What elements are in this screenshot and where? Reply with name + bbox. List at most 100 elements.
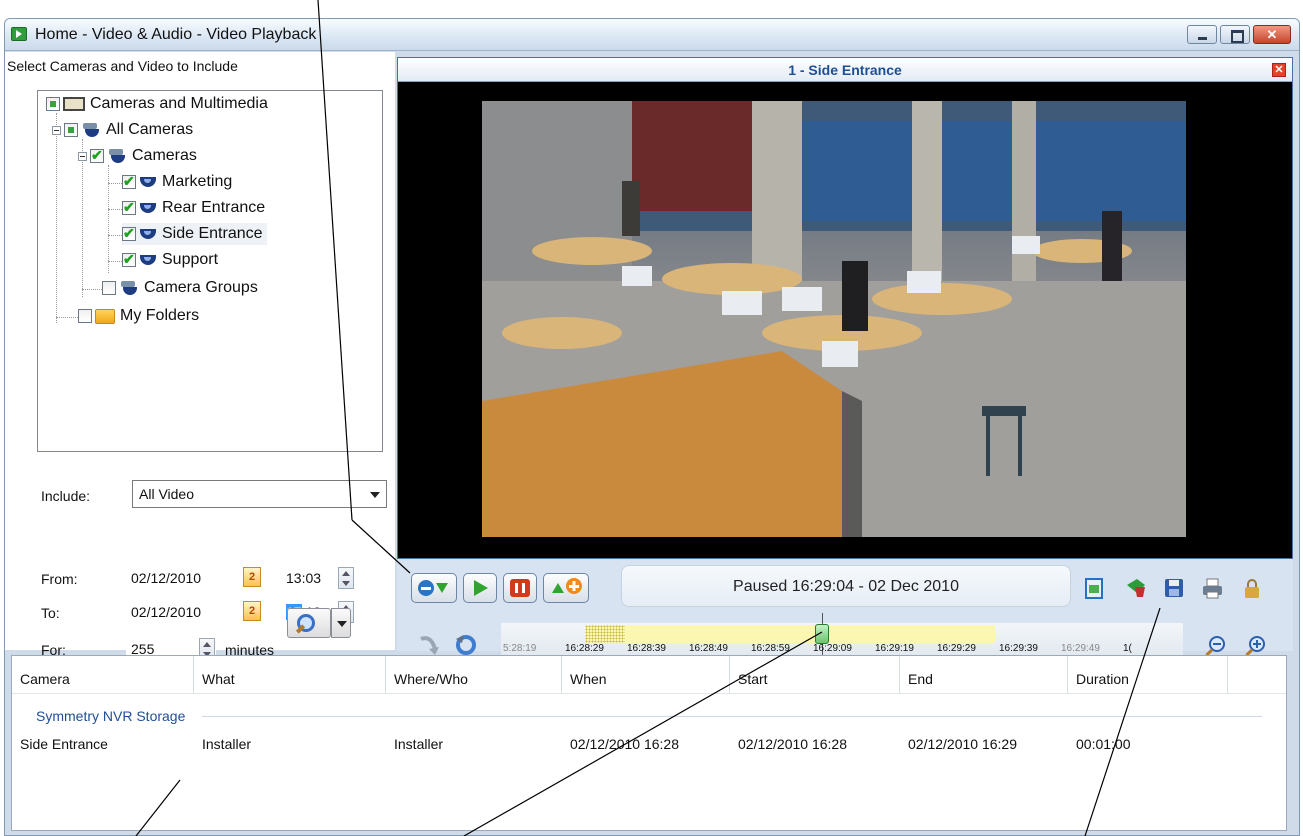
cell-camera: Side Entrance xyxy=(20,736,108,752)
to-date-field[interactable]: 02/12/2010 xyxy=(126,600,236,624)
column-end[interactable]: End xyxy=(900,656,1068,694)
cell-end: 02/12/2010 16:29 xyxy=(908,736,1017,752)
tree-node-my-folders[interactable]: My Folders xyxy=(78,305,199,327)
checkbox[interactable] xyxy=(46,97,60,111)
play-button[interactable] xyxy=(463,573,497,603)
video-scene xyxy=(482,101,1186,537)
group-divider xyxy=(202,716,1262,717)
column-when[interactable]: When xyxy=(562,656,730,694)
tree-node-marketing[interactable]: Marketing xyxy=(122,171,232,193)
film-icon xyxy=(63,97,85,111)
search-options-dropdown[interactable] xyxy=(331,608,351,638)
search-button[interactable] xyxy=(287,608,331,638)
cell-start: 02/12/2010 16:28 xyxy=(738,736,847,752)
minimize-button[interactable] xyxy=(1187,25,1217,44)
maximize-button[interactable] xyxy=(1220,25,1250,44)
from-label: From: xyxy=(41,571,78,587)
tree-node-label: All Cameras xyxy=(106,121,194,138)
checkbox[interactable] xyxy=(78,309,92,323)
results-list[interactable]: Camera What Where/Who When Start End Dur… xyxy=(11,655,1287,831)
tree-node-label: Support xyxy=(162,251,219,268)
pause-icon xyxy=(510,579,530,597)
timeline[interactable]: 5:28:19 16:28:29 16:28:39 16:28:49 16:28:59 1… xyxy=(501,613,1183,655)
app-window: Home - Video & Audio - Video Playback Se… xyxy=(4,18,1300,836)
tree-node-label: Camera Groups xyxy=(144,279,258,296)
close-video-icon[interactable]: ✕ xyxy=(1272,63,1286,77)
tree-node-camera-groups[interactable]: Camera Groups xyxy=(102,277,258,299)
list-header: Camera What Where/Who When Start End Dur… xyxy=(12,656,1286,694)
close-button[interactable] xyxy=(1253,25,1291,44)
group-header[interactable]: Symmetry NVR Storage xyxy=(36,708,185,724)
tree-node-support[interactable]: Support xyxy=(122,249,218,271)
checkbox[interactable] xyxy=(122,199,136,216)
tree-node-label: Cameras xyxy=(132,147,197,164)
rewind-arrow-icon[interactable] xyxy=(417,633,441,657)
tree-node-cameras[interactable]: Cameras xyxy=(78,145,197,167)
tree-node-cameras-and-multimedia[interactable]: Cameras and Multimedia xyxy=(46,93,268,115)
timeline-tick-label: 16:29:29 xyxy=(937,643,976,654)
chevron-down-icon xyxy=(370,492,380,498)
playback-controls: Paused 16:29:04 - 02 Dec 2010 5:28:19 16:… xyxy=(397,559,1293,657)
column-where-who[interactable]: Where/Who xyxy=(386,656,562,694)
step-forward-icon xyxy=(552,578,582,594)
cell-what: Installer xyxy=(202,736,252,752)
checkbox[interactable] xyxy=(122,225,136,242)
sync-icon[interactable] xyxy=(453,633,479,657)
timeline-tick-label: 16:29:49 xyxy=(1061,643,1100,654)
calendar-icon[interactable]: 2 xyxy=(243,567,261,587)
to-label: To: xyxy=(41,605,60,621)
camera-icon xyxy=(139,175,157,189)
title-bar[interactable]: Home - Video & Audio - Video Playback xyxy=(5,19,1299,51)
checkbox[interactable] xyxy=(64,123,78,137)
camera-icon xyxy=(139,253,157,267)
save-icon[interactable] xyxy=(1163,577,1185,599)
camera-icon xyxy=(139,227,157,241)
column-what[interactable]: What xyxy=(194,656,386,694)
report-icon[interactable] xyxy=(1083,577,1105,599)
timeline-handle[interactable] xyxy=(814,624,829,644)
print-icon[interactable] xyxy=(1201,577,1223,599)
buffered-segment xyxy=(585,625,625,643)
lock-icon[interactable] xyxy=(1241,577,1263,599)
collapse-icon[interactable] xyxy=(52,125,61,135)
tree-node-label: My Folders xyxy=(120,307,200,324)
tree-node-all-cameras[interactable]: All Cameras xyxy=(52,119,193,141)
calendar-icon[interactable]: 2 xyxy=(243,601,261,621)
timeline-tick-label: 16:28:39 xyxy=(627,643,666,654)
column-start[interactable]: Start xyxy=(730,656,900,694)
timeline-tick-label: 16:29:19 xyxy=(875,643,914,654)
from-time-field[interactable]: 13:03 xyxy=(281,566,345,590)
from-time-spinner[interactable] xyxy=(338,567,354,589)
step-forward-button[interactable] xyxy=(543,573,589,603)
checkbox[interactable] xyxy=(102,281,116,295)
camera-group-icon xyxy=(119,280,139,296)
collapse-icon[interactable] xyxy=(78,151,87,161)
tree-node-side-entrance[interactable]: Side Entrance xyxy=(122,223,267,245)
include-label: Include: xyxy=(41,488,91,504)
video-title: 1 - Side Entrance xyxy=(788,62,902,78)
checkbox[interactable] xyxy=(90,147,104,164)
video-frame xyxy=(482,101,1186,537)
include-select[interactable]: All Video xyxy=(132,480,387,508)
cell-when: 02/12/2010 16:28 xyxy=(570,736,679,752)
checkbox[interactable] xyxy=(122,251,136,268)
column-duration[interactable]: Duration xyxy=(1068,656,1228,694)
pause-button[interactable] xyxy=(503,573,537,603)
from-date-field[interactable]: 02/12/2010 xyxy=(126,566,236,590)
video-viewer[interactable]: 1 - Side Entrance ✕ xyxy=(397,57,1293,559)
checkbox[interactable] xyxy=(122,173,136,190)
tree-node-rear-entrance[interactable]: Rear Entrance xyxy=(122,197,265,219)
timeline-tick-label: 16:28:29 xyxy=(565,643,604,654)
camera-tree[interactable]: Cameras and Multimedia All Cameras Camer… xyxy=(37,90,383,452)
cell-where-who: Installer xyxy=(394,736,444,752)
timeline-tick-label: 5:28:19 xyxy=(503,643,537,654)
app-icon xyxy=(11,27,27,41)
cell-duration: 00:01:00 xyxy=(1076,736,1131,752)
folder-icon xyxy=(95,308,115,324)
tree-node-label: Side Entrance xyxy=(162,225,263,242)
timeline-tick-label: 16:28:59 xyxy=(751,643,790,654)
column-camera[interactable]: Camera xyxy=(12,656,194,694)
bookmark-icon[interactable] xyxy=(1125,577,1147,599)
timeline-tick-label: 16:29:09 xyxy=(813,643,852,654)
step-back-button[interactable] xyxy=(411,573,457,603)
